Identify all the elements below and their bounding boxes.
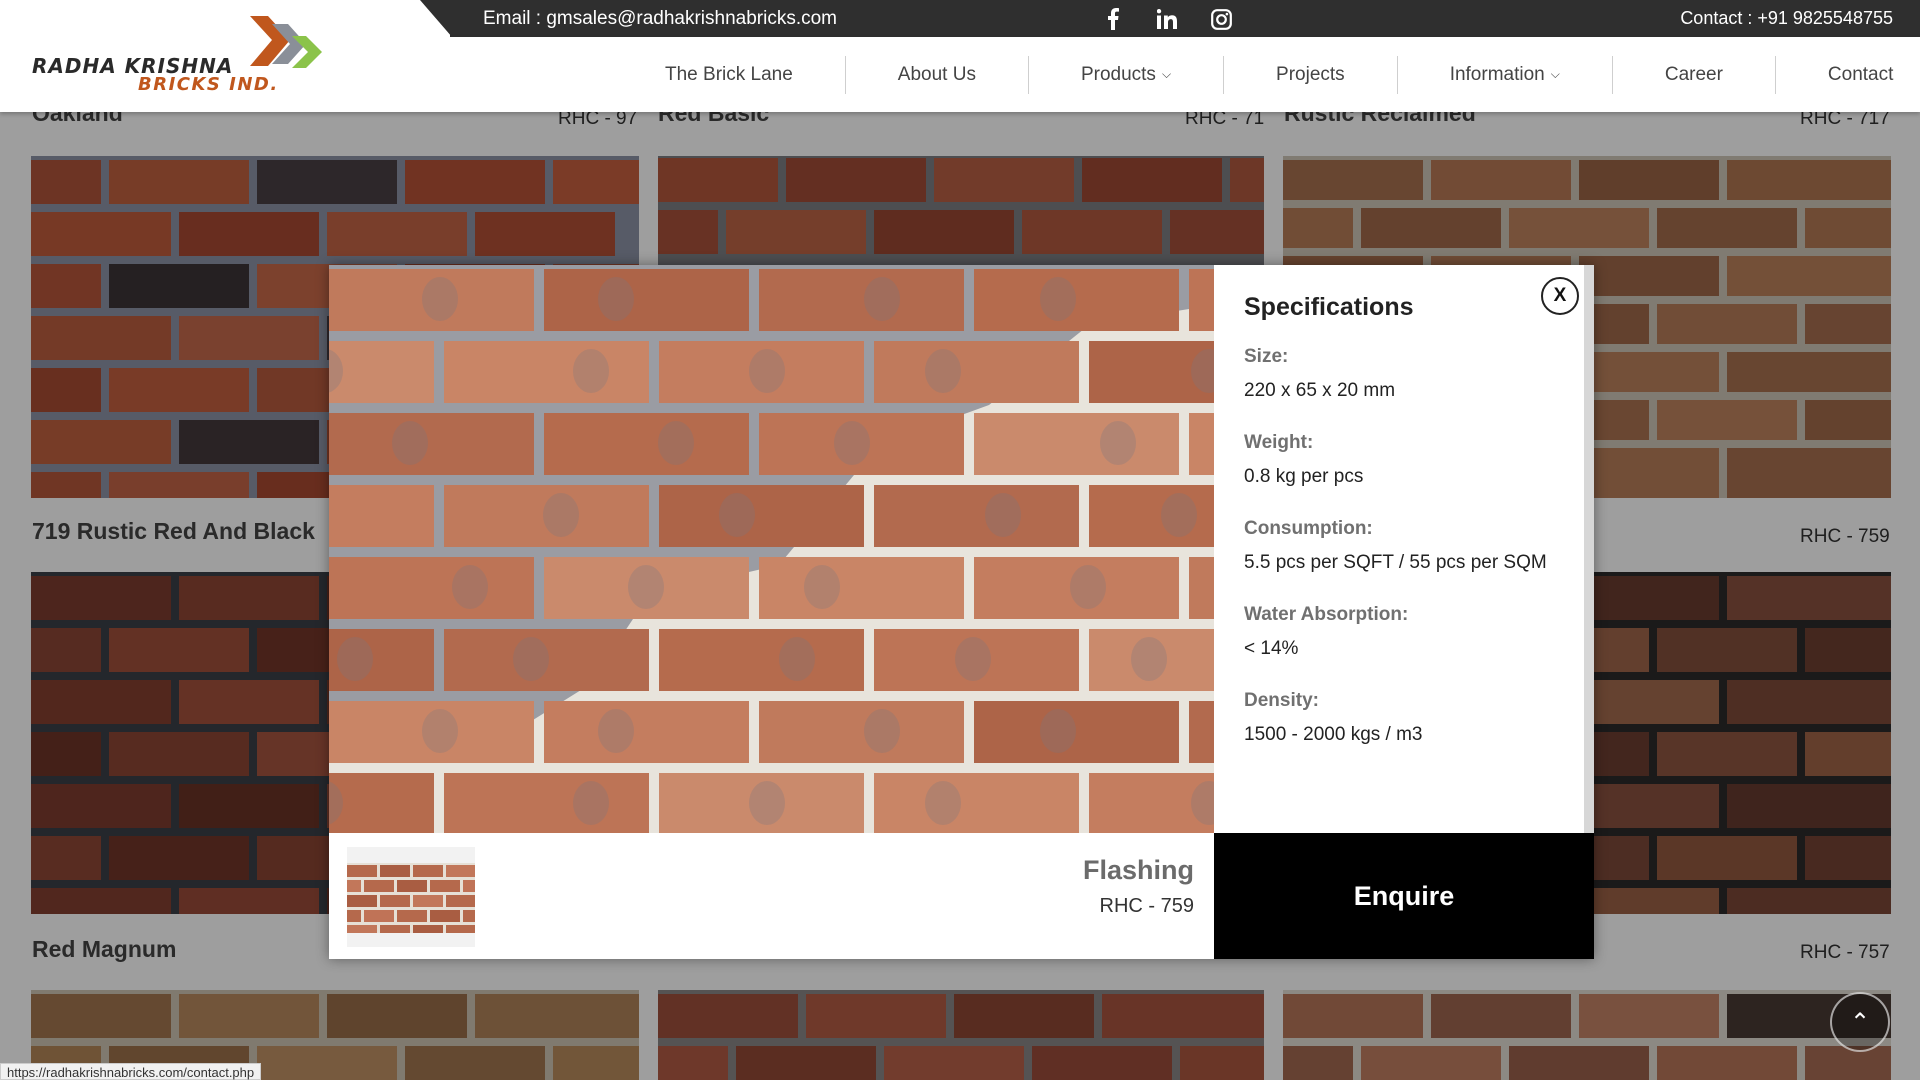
facebook-icon[interactable] xyxy=(1100,6,1126,32)
close-button[interactable]: X xyxy=(1541,277,1579,315)
nav-item-about-us[interactable]: About Us xyxy=(846,55,1029,94)
spec-value-density: 1500 - 2000 kgs / m3 xyxy=(1244,724,1423,745)
nav-label: Career xyxy=(1664,63,1723,85)
spec-label-weight: Weight: xyxy=(1244,432,1314,453)
social-links xyxy=(1100,6,1234,32)
product-modal: Specifications Size: 220 x 65 x 20 mm We… xyxy=(329,265,1594,959)
nav-label: Products xyxy=(1080,63,1156,85)
nav-label: Information xyxy=(1449,63,1545,85)
nav-label: Projects xyxy=(1276,63,1345,85)
spec-value-water-absorption: < 14% xyxy=(1244,638,1299,659)
specifications-panel: Specifications Size: 220 x 65 x 20 mm We… xyxy=(1214,265,1584,833)
instagram-icon[interactable] xyxy=(1208,6,1234,32)
nav-item-information[interactable]: Information ⌵ xyxy=(1398,55,1613,94)
spec-label-consumption: Consumption: xyxy=(1244,518,1373,539)
nav-label: The Brick Lane xyxy=(665,63,793,85)
company-logo[interactable]: RADHA KRISHNA BRICKS IND. xyxy=(32,16,322,96)
product-thumbnail[interactable] xyxy=(347,847,475,947)
product-name: Flashing xyxy=(1082,855,1194,885)
header-contact[interactable]: Contact : +91 9825548755 xyxy=(1680,8,1893,29)
nav-item-career[interactable]: Career xyxy=(1613,55,1776,94)
product-code: RHC - 759 xyxy=(1099,895,1194,917)
spec-scrollbar[interactable] xyxy=(1584,265,1594,833)
nav-label: About Us xyxy=(897,63,976,85)
product-main-image xyxy=(329,265,1214,833)
logo-mark-icon xyxy=(250,16,322,68)
chevron-down-icon: ⌵ xyxy=(1161,67,1172,81)
product-footer: Flashing RHC - 759 xyxy=(329,833,1214,959)
chevron-up-icon: ⌃ xyxy=(1849,1008,1871,1036)
linkedin-icon[interactable] xyxy=(1154,6,1180,32)
spec-value-size: 220 x 65 x 20 mm xyxy=(1244,380,1396,401)
nav-item-contact[interactable]: Contact xyxy=(1776,56,1920,94)
header-email[interactable]: Email : gmsales@radhakrishnabricks.com xyxy=(483,8,837,30)
nav-item-brick-lane[interactable]: The Brick Lane xyxy=(620,55,846,94)
nav-item-projects[interactable]: Projects xyxy=(1224,55,1398,94)
scroll-to-top-button[interactable]: ⌃ xyxy=(1830,992,1890,1052)
spec-value-weight: 0.8 kg per pcs xyxy=(1244,466,1364,487)
status-bar-url: https://radhakrishnabricks.com/contact.p… xyxy=(0,1063,262,1080)
logo-text-line2: BRICKS IND. xyxy=(138,74,279,95)
spec-label-size: Size: xyxy=(1244,346,1289,367)
spec-title: Specifications xyxy=(1244,293,1414,321)
spec-label-water-absorption: Water Absorption: xyxy=(1244,604,1409,625)
nav-label: Contact xyxy=(1827,63,1894,85)
chevron-down-icon: ⌵ xyxy=(1550,67,1560,81)
enquire-button[interactable]: Enquire xyxy=(1214,833,1594,959)
nav-item-products[interactable]: Products ⌵ xyxy=(1029,55,1225,94)
spec-value-consumption: 5.5 pcs per SQFT / 55 pcs per SQM xyxy=(1244,552,1547,573)
main-menu: The Brick Lane About Us Products ⌵ Projec… xyxy=(620,37,1920,112)
spec-label-density: Density: xyxy=(1244,690,1319,711)
